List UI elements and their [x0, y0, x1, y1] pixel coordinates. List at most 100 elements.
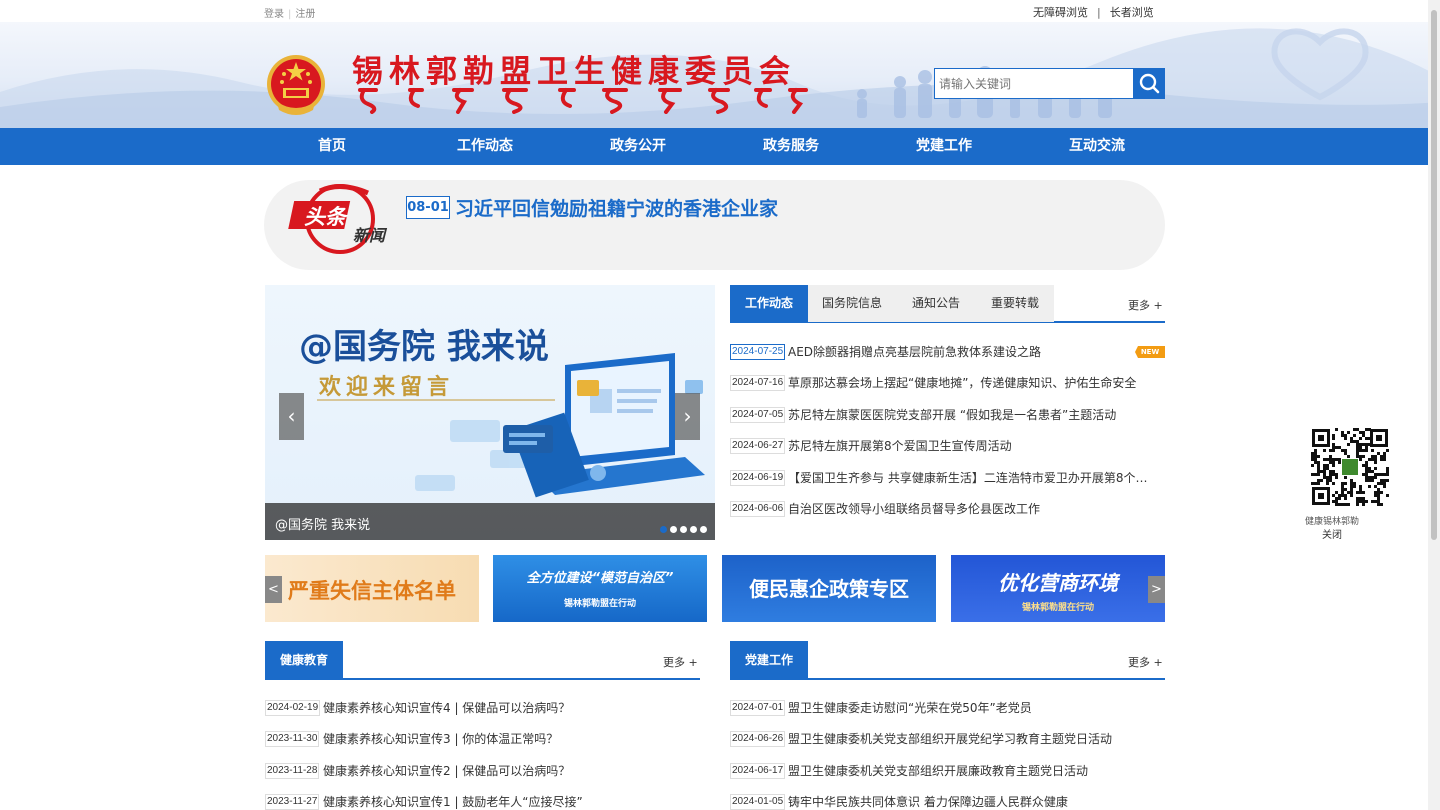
- health-edu-tab[interactable]: 健康教育: [265, 641, 343, 679]
- accessibility-link[interactable]: 无障碍浏览: [1033, 6, 1088, 19]
- news-title[interactable]: 苏尼特左旗开展第8个爱国卫生宣传周活动: [788, 437, 1012, 454]
- list-item[interactable]: 2024-06-06 自治区医改领导小组联络员督导多伦县医改工作: [730, 499, 1165, 519]
- list-item[interactable]: 2024-06-17 盟卫生健康委机关党支部组织开展廉政教育主题党日活动: [730, 761, 1165, 781]
- image-carousel: @国务院 我来说 欢迎来留言 ‹ › @国务院 我来说: [265, 285, 715, 540]
- tab-state-council[interactable]: 国务院信息: [808, 285, 896, 322]
- news-title[interactable]: 草原那达慕会场上摆起“健康地摊”，传递健康知识、护佑生命安全: [788, 374, 1136, 391]
- banner-business-env[interactable]: 优化营商环境 锡林郭勒盟在行动: [951, 555, 1165, 622]
- mongolian-script-title: [358, 88, 808, 114]
- news-title[interactable]: 健康素养核心知识宣传2 | 保健品可以治病吗？: [323, 762, 570, 779]
- news-more-link[interactable]: 更多 +: [1128, 297, 1163, 313]
- register-link[interactable]: 注册: [295, 9, 315, 20]
- nav-item-work-news[interactable]: 工作动态: [425, 128, 545, 165]
- carousel-caption-bar: @国务院 我来说: [265, 503, 715, 540]
- divider: |: [1097, 6, 1101, 19]
- news-title[interactable]: AED除颤器捐赠点亮基层院前急救体系建设之路: [788, 343, 1041, 360]
- party-work-tab[interactable]: 党建工作: [730, 641, 808, 679]
- news-title[interactable]: 苏尼特左旗蒙医医院党支部开展 “假如我是一名患者”主题活动: [788, 406, 1116, 423]
- news-title[interactable]: 健康素养核心知识宣传4 | 保健品可以治病吗？: [323, 699, 570, 716]
- carousel-dot[interactable]: [700, 526, 707, 533]
- headline-news: 头条 新闻 08-01 习近平回信勉励祖籍宁波的香港企业家: [264, 180, 1165, 270]
- news-title[interactable]: 铸牢中华民族共同体意识 着力保障边疆人民群众健康: [788, 793, 1068, 810]
- nav-item-gov-services[interactable]: 政务服务: [731, 128, 851, 165]
- list-item[interactable]: 2024-07-05 苏尼特左旗蒙医医院党支部开展 “假如我是一名患者”主题活动: [730, 405, 1165, 425]
- carousel-dot[interactable]: [680, 526, 687, 533]
- search-input[interactable]: [934, 68, 1134, 99]
- search-button[interactable]: [1134, 68, 1165, 99]
- list-item[interactable]: 2024-02-19 健康素养核心知识宣传4 | 保健品可以治病吗？: [265, 698, 700, 718]
- page-scrollbar[interactable]: [1428, 0, 1440, 810]
- carousel-dot[interactable]: [670, 526, 677, 533]
- tab-notices[interactable]: 通知公告: [896, 285, 976, 322]
- carousel-prev-button[interactable]: ‹: [279, 393, 304, 440]
- news-date: 2023-11-30: [265, 731, 320, 747]
- list-item[interactable]: 2024-01-05 铸牢中华民族共同体意识 着力保障边疆人民群众健康: [730, 792, 1165, 810]
- slide-illustration[interactable]: [265, 285, 715, 540]
- qr-close-button[interactable]: 关闭: [1300, 526, 1364, 541]
- list-item[interactable]: 2023-11-28 健康素养核心知识宣传2 | 保健品可以治病吗？: [265, 761, 700, 781]
- list-item[interactable]: 2023-11-27 健康素养核心知识宣传1 | 鼓励老年人“应接尽接”: [265, 792, 700, 810]
- news-title[interactable]: 盟卫生健康委机关党支部组织开展廉政教育主题党日活动: [788, 762, 1088, 779]
- qr-code-icon: [1311, 428, 1389, 506]
- search-icon: [1139, 73, 1160, 94]
- news-date: 2024-07-16: [730, 375, 786, 391]
- new-badge: NEW: [1135, 346, 1165, 358]
- banner-credit-blacklist[interactable]: 严重失信主体名单: [265, 555, 479, 622]
- news-date: 2024-06-19: [730, 470, 786, 486]
- news-date: 2023-11-27: [265, 794, 320, 810]
- login-link[interactable]: 登录: [264, 9, 284, 20]
- accessibility-links: 无障碍浏览 | 长者浏览: [1033, 4, 1154, 20]
- news-date: 2024-01-05: [730, 794, 786, 810]
- nav-item-gov-affairs[interactable]: 政务公开: [578, 128, 698, 165]
- banner-subtitle: 锡林郭勒盟在行动: [1021, 603, 1094, 613]
- news-title[interactable]: 盟卫生健康委走访慰问“光荣在党50年”老党员: [788, 699, 1032, 716]
- nav-item-interaction[interactable]: 互动交流: [1037, 128, 1157, 165]
- carousel-dot[interactable]: [690, 526, 697, 533]
- news-date: 2024-07-01: [730, 700, 786, 716]
- carousel-next-button[interactable]: ›: [675, 393, 700, 440]
- news-title[interactable]: 【爱国卫生齐参与 共享健康新生活】二连浩特市爱卫办开展第8个爱国卫生宣传周活动: [788, 469, 1158, 486]
- nav-item-home[interactable]: 首页: [272, 128, 392, 165]
- health-edu-more-link[interactable]: 更多 +: [663, 654, 698, 670]
- news-date: 2024-07-25: [730, 344, 786, 360]
- headline-logo-text-1: 头条: [304, 205, 349, 229]
- news-date: 2024-06-06: [730, 501, 786, 517]
- scrollbar-thumb[interactable]: [1431, 10, 1437, 540]
- headline-title-link[interactable]: 习近平回信勉励祖籍宁波的香港企业家: [455, 194, 778, 221]
- tab-work-news[interactable]: 工作动态: [730, 285, 808, 322]
- top-utility-bar: 登录 | 注册 无障碍浏览 | 长者浏览: [0, 0, 1440, 22]
- list-item[interactable]: 2024-06-19 【爱国卫生齐参与 共享健康新生活】二连浩特市爱卫办开展第8…: [730, 468, 1165, 488]
- divider: |: [288, 9, 292, 20]
- banner-title: 优化营商环境: [998, 571, 1118, 595]
- headline-logo-text-2: 新闻: [353, 226, 388, 245]
- nav-item-party-building[interactable]: 党建工作: [884, 128, 1004, 165]
- carousel-dot[interactable]: [660, 526, 667, 533]
- banner-model-region[interactable]: 全方位建设“模范自治区” 锡林郭勒盟在行动: [493, 555, 707, 622]
- news-tabs: 工作动态 国务院信息 通知公告 重要转载 更多 +: [730, 285, 1165, 323]
- list-item[interactable]: 2024-07-01 盟卫生健康委走访慰问“光荣在党50年”老党员: [730, 698, 1165, 718]
- carousel-caption[interactable]: @国务院 我来说: [275, 514, 370, 533]
- news-title[interactable]: 健康素养核心知识宣传1 | 鼓励老年人“应接尽接”: [323, 793, 583, 810]
- headline-date: 08-01: [406, 196, 450, 219]
- list-item[interactable]: 2023-11-30 健康素养核心知识宣传3 | 你的体温正常吗？: [265, 729, 700, 749]
- headline-news-logo: 头条 新闻: [288, 184, 388, 254]
- banner-prev-button[interactable]: <: [265, 576, 282, 603]
- list-item[interactable]: 2024-07-16 草原那达慕会场上摆起“健康地摊”，传递健康知识、护佑生命安…: [730, 373, 1165, 393]
- elder-mode-link[interactable]: 长者浏览: [1110, 6, 1154, 19]
- news-date: 2024-07-05: [730, 407, 786, 423]
- news-title[interactable]: 自治区医改领导小组联络员督导多伦县医改工作: [788, 500, 1040, 517]
- news-date: 2024-06-17: [730, 763, 786, 779]
- party-work-more-link[interactable]: 更多 +: [1128, 654, 1163, 670]
- national-emblem-icon: [267, 55, 325, 115]
- banner-policy-zone[interactable]: 便民惠企政策专区: [722, 555, 936, 622]
- news-title[interactable]: 盟卫生健康委机关党支部组织开展党纪学习教育主题党日活动: [788, 730, 1112, 747]
- banner-next-button[interactable]: >: [1148, 576, 1165, 603]
- list-item[interactable]: 2024-06-27 苏尼特左旗开展第8个爱国卫生宣传周活动: [730, 436, 1165, 456]
- news-date: 2023-11-28: [265, 763, 320, 779]
- tab-reprints[interactable]: 重要转载: [976, 285, 1054, 322]
- news-date: 2024-02-19: [265, 700, 321, 716]
- list-item[interactable]: 2024-06-26 盟卫生健康委机关党支部组织开展党纪学习教育主题党日活动: [730, 729, 1165, 749]
- news-title[interactable]: 健康素养核心知识宣传3 | 你的体温正常吗？: [323, 730, 558, 747]
- carousel-dots: [657, 518, 707, 533]
- list-item[interactable]: 2024-07-25 AED除颤器捐赠点亮基层院前急救体系建设之路 NEW: [730, 342, 1165, 362]
